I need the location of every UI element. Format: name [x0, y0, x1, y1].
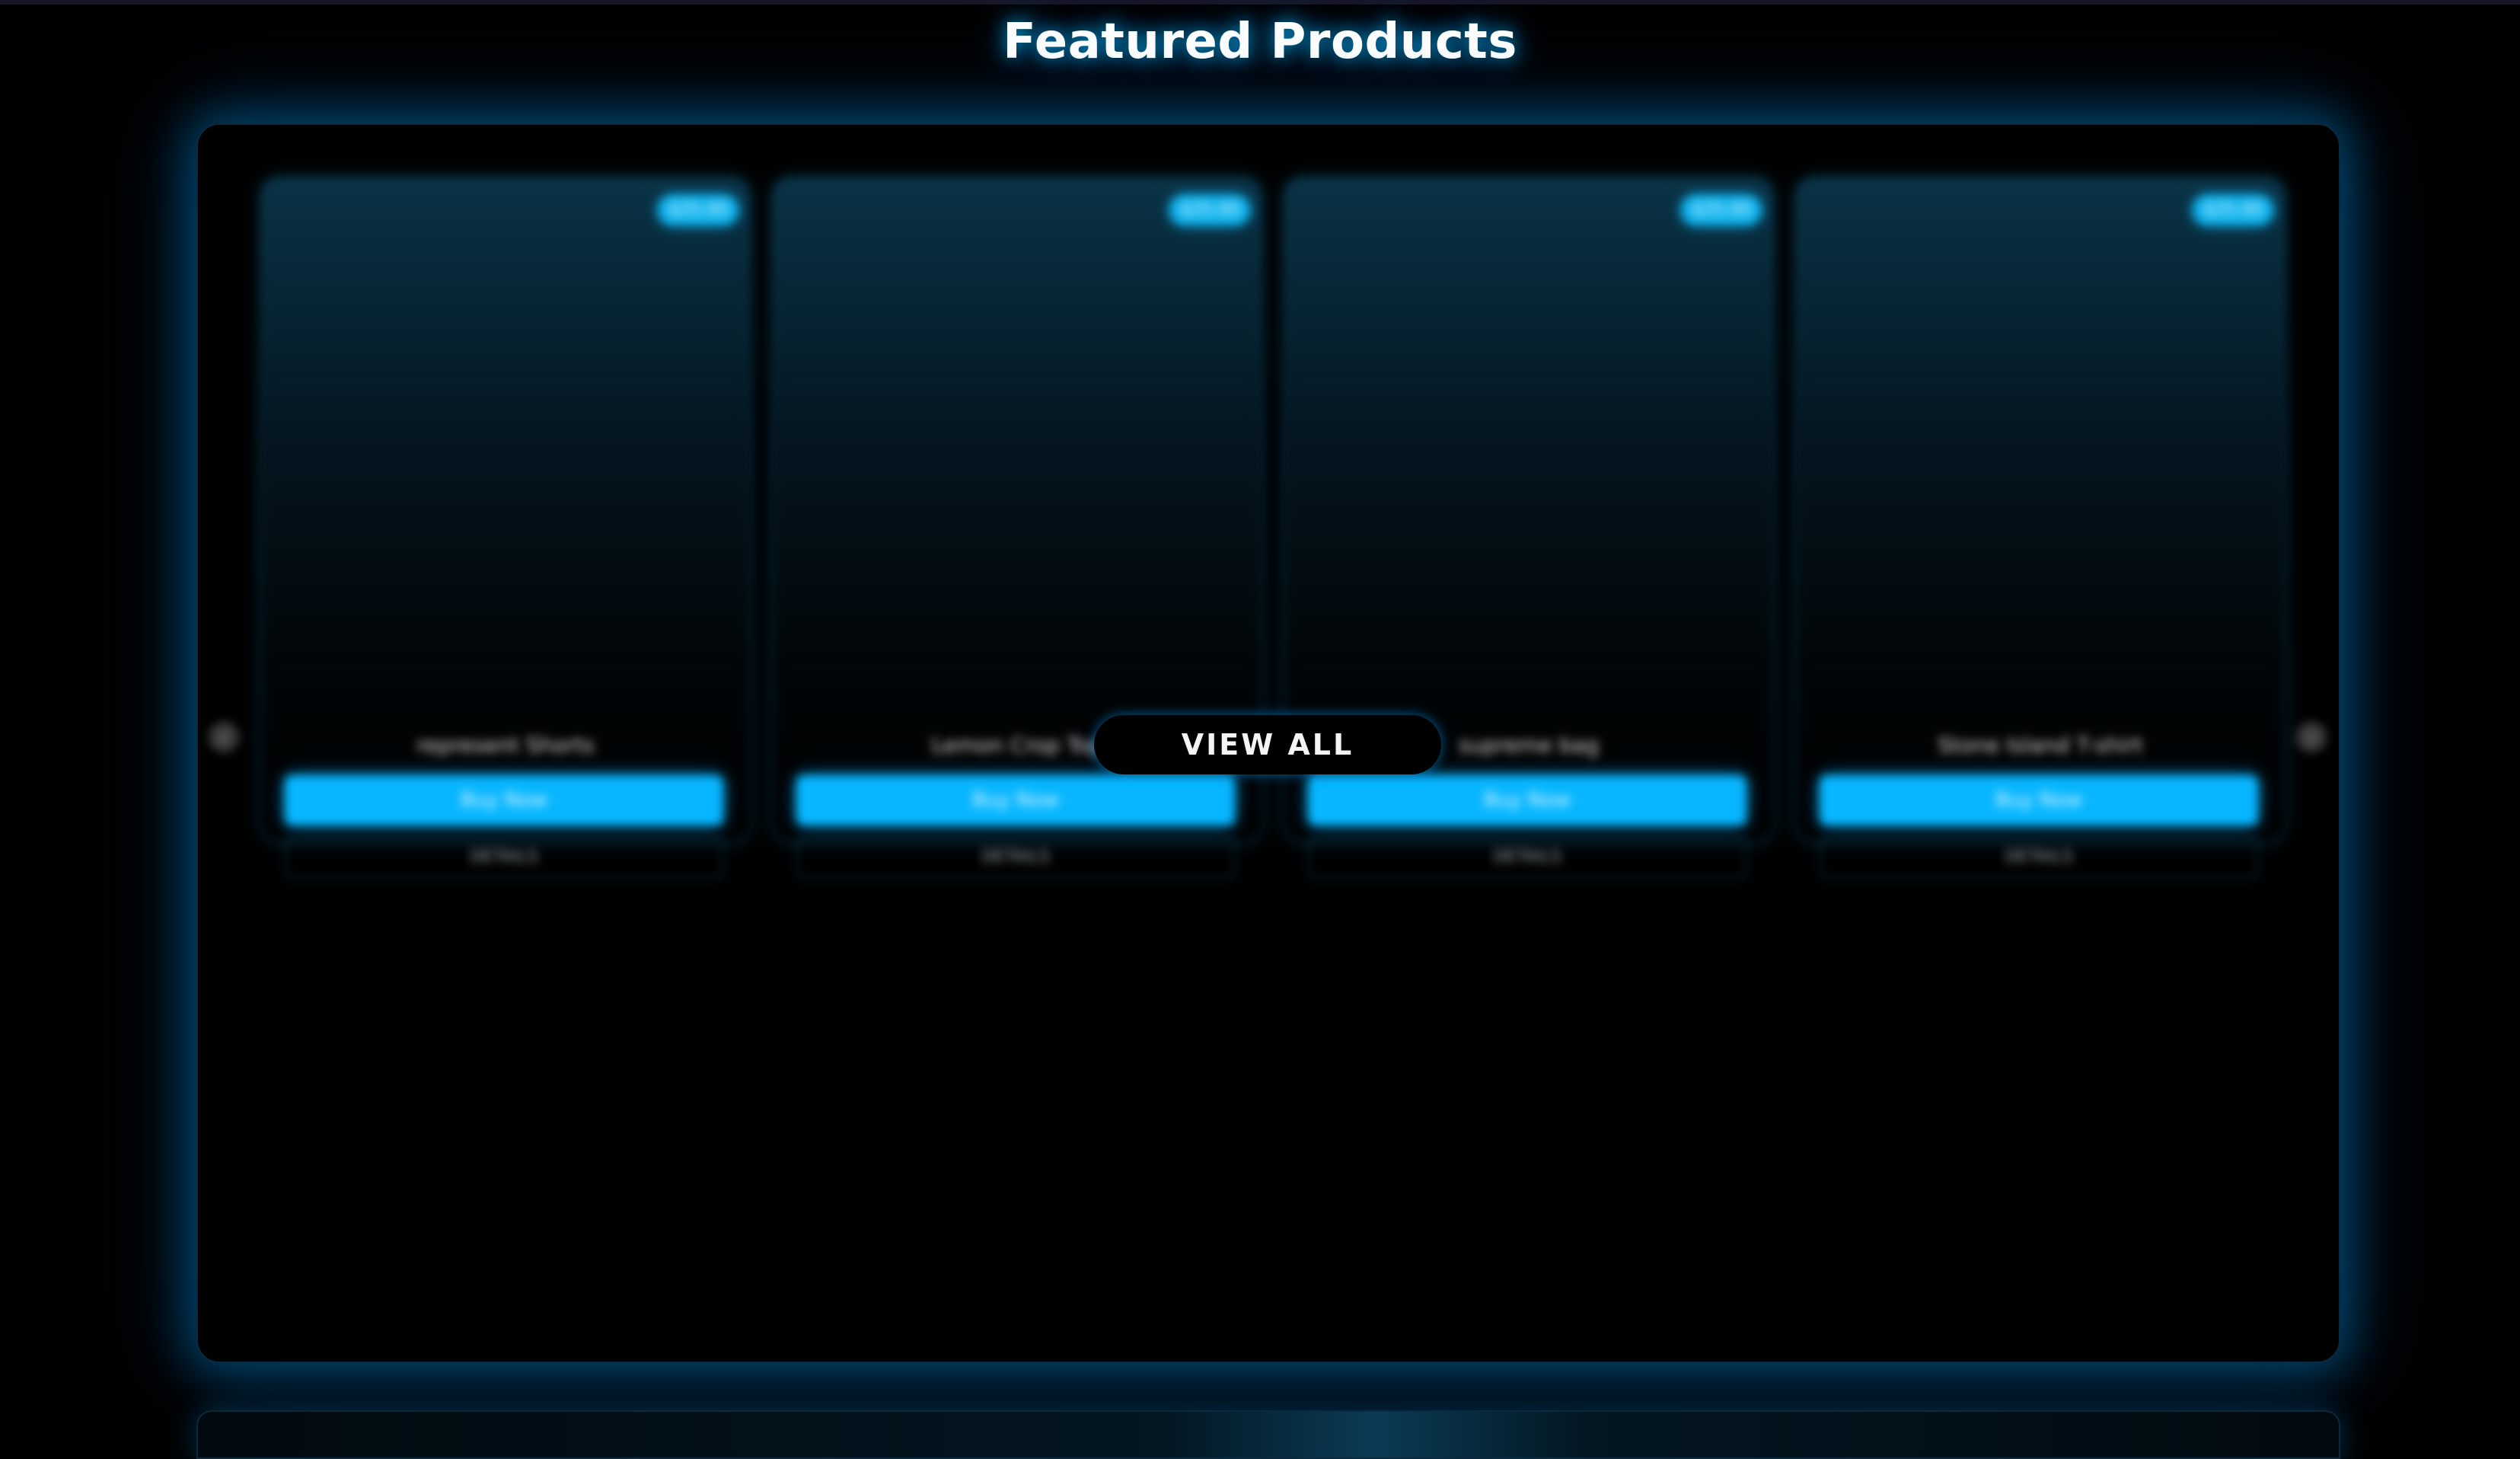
page-title: Featured Products — [1003, 14, 1517, 70]
featured-products-panel: ‹ $25.00 represent Shorts Buy Now DETAIL… — [196, 123, 2340, 1363]
next-section-panel — [196, 1410, 2340, 1459]
chevron-left-icon: ‹ — [220, 726, 228, 748]
price-badge: $25.00 — [1681, 195, 1762, 225]
buy-now-button[interactable]: Buy Now — [1820, 775, 2258, 825]
details-button[interactable]: DETAILS — [796, 836, 1235, 879]
view-all-button[interactable]: VIEW ALL — [1094, 715, 1441, 774]
price-badge: $25.00 — [1169, 195, 1250, 225]
details-button[interactable]: DETAILS — [285, 836, 723, 879]
buy-now-button[interactable]: Buy Now — [1308, 775, 1746, 825]
product-card[interactable]: $25.00 Stone Island T-shirt Buy Now DETA… — [1795, 177, 2286, 879]
product-card[interactable]: $25.00 represent Shorts Buy Now DETAILS — [260, 177, 751, 879]
product-name: Stone Island T-shirt — [1938, 733, 2143, 758]
buy-now-button[interactable]: Buy Now — [285, 775, 723, 825]
carousel-prev-button[interactable]: ‹ — [209, 722, 239, 752]
details-button[interactable]: DETAILS — [1308, 836, 1746, 879]
product-name: represent Shorts — [416, 733, 595, 758]
price-badge: $25.00 — [2193, 195, 2273, 225]
price-badge: $25.00 — [658, 195, 738, 225]
chevron-right-icon: › — [2308, 726, 2315, 748]
top-bar — [0, 0, 2520, 5]
carousel-next-button[interactable]: › — [2296, 722, 2327, 752]
buy-now-button[interactable]: Buy Now — [796, 775, 1235, 825]
details-button[interactable]: DETAILS — [1820, 836, 2258, 879]
